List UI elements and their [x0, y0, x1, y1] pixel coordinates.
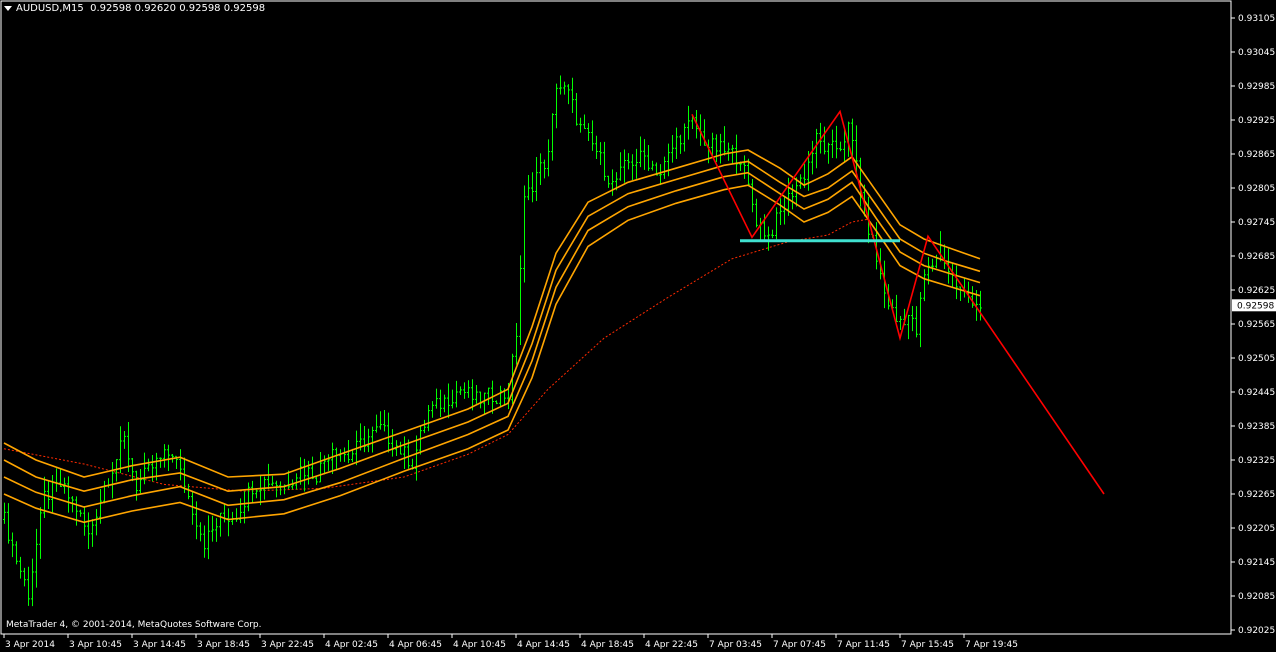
price-tick-label: 0.92565	[1238, 320, 1275, 330]
zigzag-path	[691, 109, 1105, 495]
ma-band-ma_upper	[3, 149, 981, 478]
price-tick-label: 0.93105	[1238, 14, 1275, 24]
price-tick-label: 0.92265	[1238, 490, 1275, 500]
time-tick-label: 3 Apr 2014	[5, 640, 55, 650]
time-tick-label: 3 Apr 10:45	[69, 640, 122, 650]
price-tick-label: 0.92685	[1238, 252, 1275, 262]
price-tick-label: 0.92385	[1238, 422, 1275, 432]
price-axis: 0.93105 0.93045 0.92985 0.92925 0.92865 0.928…	[1231, 14, 1275, 636]
price-tick-label: 0.92985	[1238, 82, 1275, 92]
slow-moving-average	[3, 218, 869, 492]
candles	[3, 75, 982, 607]
copyright-text: MetaTrader 4, © 2001-2014, MetaQuotes So…	[6, 620, 262, 630]
price-chart[interactable]: 0.93105 0.93045 0.92985 0.92925 0.92865 0.928…	[0, 0, 1276, 652]
symbol-header[interactable]: AUDUSD,M15 0.92598 0.92620 0.92598 0.925…	[4, 3, 265, 15]
price-tick-label: 0.92625	[1238, 286, 1275, 296]
ma-slow-line	[3, 218, 869, 492]
time-tick-label: 7 Apr 15:45	[901, 640, 954, 650]
moving-average-bands	[3, 149, 981, 524]
ma-band-ma_mid_lower	[3, 171, 981, 508]
zigzag-line	[691, 109, 1105, 495]
ohlc-values: 0.92598 0.92620 0.92598 0.92598	[90, 3, 266, 14]
time-tick-label: 4 Apr 18:45	[581, 640, 634, 650]
time-tick-label: 3 Apr 22:45	[261, 640, 314, 650]
time-tick-label: 4 Apr 22:45	[645, 640, 698, 650]
time-tick-label: 3 Apr 14:45	[133, 640, 186, 650]
price-tick-label: 0.92925	[1238, 116, 1275, 126]
price-tick-label: 0.92205	[1238, 524, 1275, 534]
price-tick-label: 0.92445	[1238, 388, 1275, 398]
price-tick-label: 0.92325	[1238, 456, 1275, 466]
time-axis: 3 Apr 2014 3 Apr 10:45 3 Apr 14:45 3 Apr 18…	[3, 634, 1018, 650]
time-tick-label: 4 Apr 14:45	[517, 640, 570, 650]
symbol-label: AUDUSD,M15	[16, 3, 84, 14]
price-tick-label: 0.92505	[1238, 354, 1275, 364]
price-tick-label: 0.92865	[1238, 150, 1275, 160]
time-tick-label: 7 Apr 11:45	[837, 640, 890, 650]
time-tick-label: 7 Apr 07:45	[773, 640, 826, 650]
current-price-marker: 0.92598	[1232, 299, 1276, 312]
time-tick-label: 4 Apr 10:45	[453, 640, 506, 650]
time-tick-label: 4 Apr 06:45	[389, 640, 442, 650]
ma-band-ma_lower	[3, 184, 981, 524]
time-tick-label: 4 Apr 02:45	[325, 640, 378, 650]
price-tick-label: 0.92745	[1238, 218, 1275, 228]
time-tick-label: 3 Apr 18:45	[197, 640, 250, 650]
chevron-down-icon[interactable]	[4, 6, 12, 11]
price-tick-label: 0.93045	[1238, 48, 1275, 58]
price-tick-label: 0.92085	[1238, 592, 1275, 602]
chart-frame	[0, 0, 1232, 635]
price-tick-label: 0.92805	[1238, 184, 1275, 194]
price-tick-label: 0.92145	[1238, 558, 1275, 568]
time-tick-label: 7 Apr 19:45	[965, 640, 1018, 650]
current-price-label: 0.92598	[1237, 301, 1274, 311]
time-tick-label: 7 Apr 03:45	[709, 640, 762, 650]
price-tick-label: 0.92025	[1238, 626, 1275, 636]
ma-band-ma_mid_upper	[3, 160, 981, 493]
